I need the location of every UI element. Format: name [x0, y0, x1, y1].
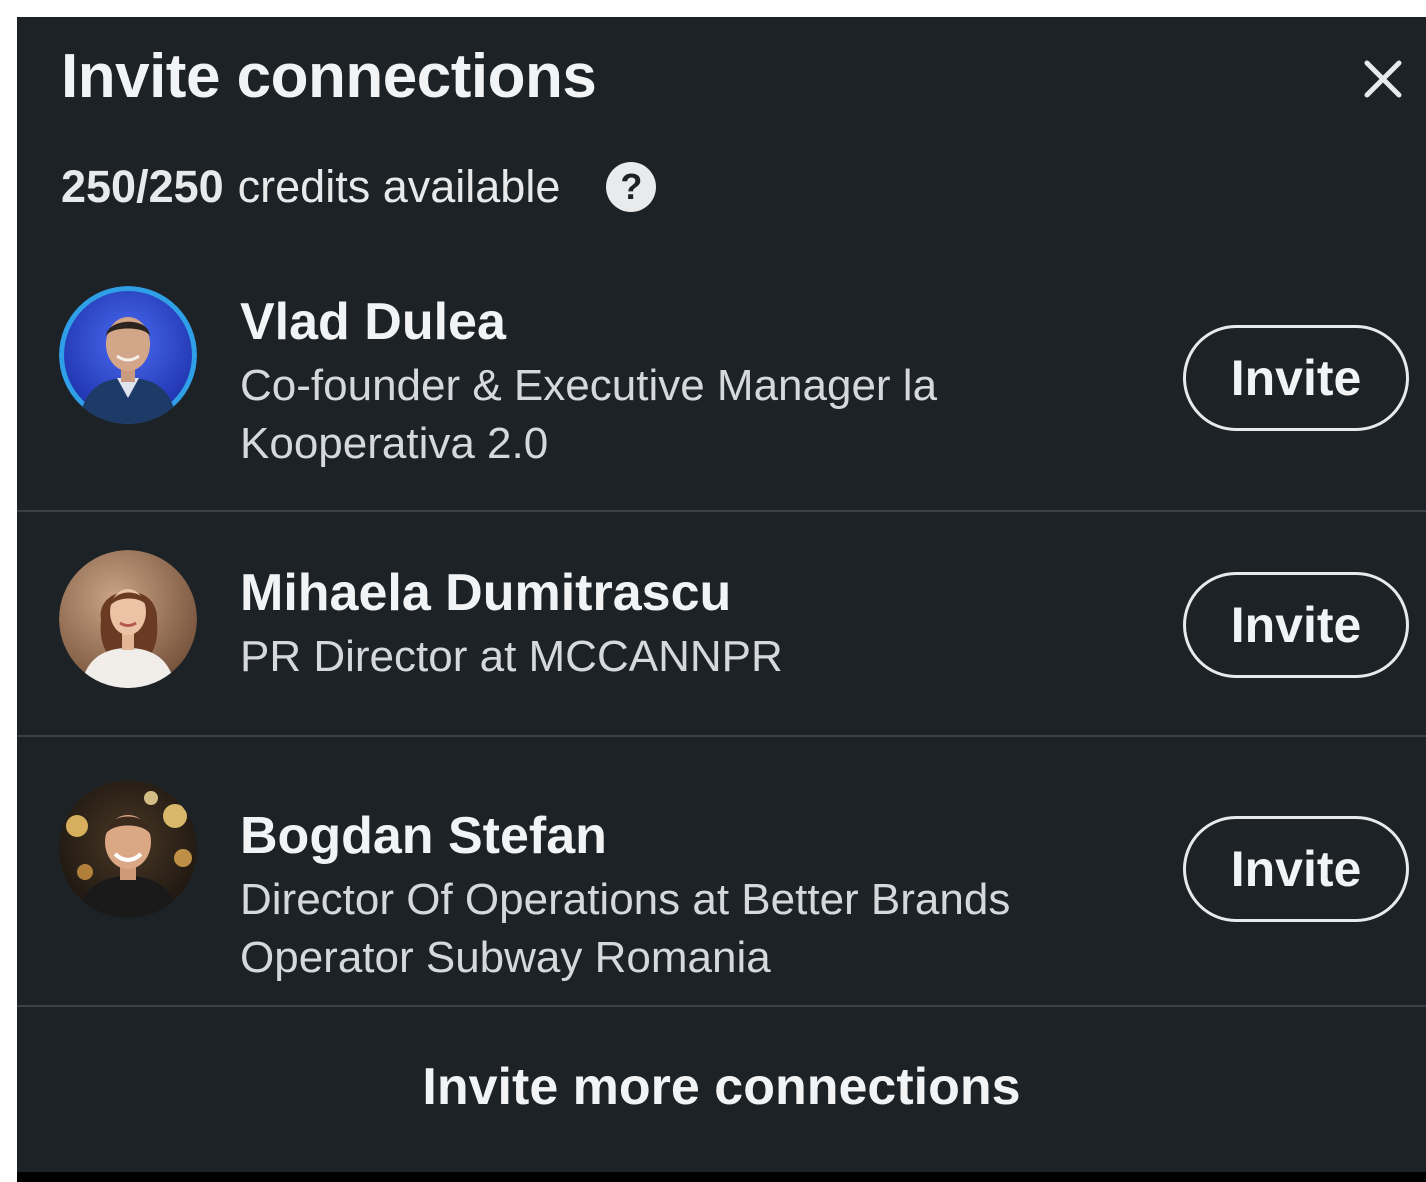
person-headline: PR Director at MCCANNPR	[240, 632, 783, 681]
invite-button[interactable]: Invite	[1183, 325, 1409, 431]
person-info: Bogdan Stefan Director Of Operations at …	[240, 805, 1160, 987]
avatar	[59, 780, 197, 918]
person-headline: Director Of Operations at Better Brands …	[240, 875, 1011, 982]
person-name[interactable]: Vlad Dulea	[240, 291, 1160, 353]
invite-more-connections-link[interactable]: Invite more connections	[17, 1057, 1426, 1117]
connection-row: Vlad Dulea Co-founder & Executive Manage…	[17, 267, 1426, 510]
credits-label: credits available	[237, 161, 561, 212]
invite-button[interactable]: Invite	[1183, 816, 1409, 922]
close-button[interactable]	[1355, 51, 1411, 107]
credits-count: 250/250	[61, 161, 224, 212]
person-info: Mihaela Dumitrascu PR Director at MCCANN…	[240, 562, 1160, 686]
help-icon[interactable]: ?	[606, 162, 657, 212]
avatar	[59, 286, 197, 424]
connection-row: Bogdan Stefan Director Of Operations at …	[17, 737, 1426, 1005]
row-divider	[17, 1005, 1426, 1007]
credits-status: 250/250 credits available ?	[61, 157, 657, 217]
close-icon	[1364, 60, 1402, 98]
avatar	[59, 550, 197, 688]
bottom-edge	[17, 1172, 1426, 1182]
person-name[interactable]: Mihaela Dumitrascu	[240, 562, 1160, 624]
person-headline: Co-founder & Executive Manager la Kooper…	[240, 361, 938, 468]
person-info: Vlad Dulea Co-founder & Executive Manage…	[240, 291, 1160, 473]
invite-button[interactable]: Invite	[1183, 572, 1409, 678]
invite-connections-dialog: Invite connections 250/250 credits avail…	[17, 17, 1426, 1172]
dialog-title: Invite connections	[61, 42, 597, 111]
person-name[interactable]: Bogdan Stefan	[240, 805, 1160, 867]
connection-row: Mihaela Dumitrascu PR Director at MCCANN…	[17, 512, 1426, 735]
